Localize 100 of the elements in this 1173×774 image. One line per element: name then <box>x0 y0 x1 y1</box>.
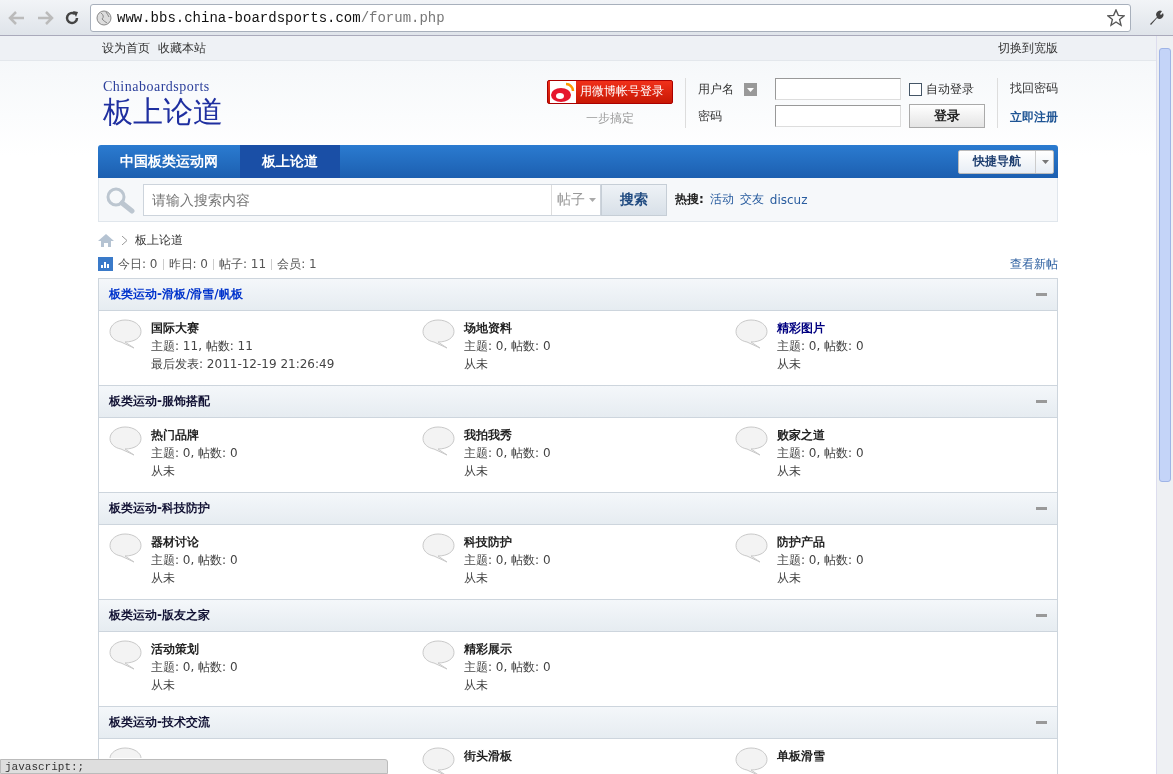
forum-name[interactable]: 器材讨论 <box>151 533 238 551</box>
hot-search-link[interactable]: 活动 <box>709 191 734 208</box>
section-title[interactable]: 板类运动-技术交流 <box>109 714 210 731</box>
forum-last-post: 从未 <box>151 570 176 587</box>
chevron-icon <box>122 235 127 245</box>
nav-tab[interactable]: 板上论道 <box>240 145 340 178</box>
weibo-hint: 一步搞定 <box>586 109 634 127</box>
forum-stats: 主题: 0, 帖数: 0 <box>464 552 551 569</box>
collapse-icon[interactable] <box>1036 614 1047 617</box>
search-icon <box>105 185 135 214</box>
forum-name[interactable]: 精彩展示 <box>464 640 551 658</box>
speech-bubble-icon <box>735 426 768 456</box>
password-label: 密码 <box>698 107 723 125</box>
speech-bubble-icon <box>735 533 768 563</box>
forum-stats: 主题: 0, 帖数: 0 <box>777 552 864 569</box>
forum-stats: 主题: 0, 帖数: 0 <box>151 659 238 676</box>
forum-last-post: 从未 <box>464 677 489 694</box>
collapse-icon[interactable] <box>1036 400 1047 403</box>
reload-icon[interactable] <box>64 9 80 26</box>
forum-stats: 主题: 0, 帖数: 0 <box>464 338 551 355</box>
forum-last-post: 从未 <box>777 463 802 480</box>
speech-bubble-icon <box>422 426 455 456</box>
stat-text: 今日: 0 <box>118 255 158 273</box>
forum-name[interactable]: 败家之道 <box>777 426 864 444</box>
forum-last-post: 从未 <box>777 356 802 373</box>
speech-bubble-icon <box>109 533 142 563</box>
section-title[interactable]: 板类运动-版友之家 <box>109 607 210 624</box>
quick-nav-button[interactable]: 快捷导航 <box>958 149 1054 174</box>
speech-bubble-icon <box>422 640 455 670</box>
stat-text: 帖子: 11 <box>219 255 267 273</box>
speech-bubble-icon <box>422 533 455 563</box>
register-link[interactable]: 立即注册 <box>1010 109 1058 126</box>
hot-search-link[interactable]: 交友 <box>739 191 764 208</box>
forum-last-post: 从未 <box>464 463 489 480</box>
forum-last-post: 从未 <box>777 570 802 587</box>
nav-tab[interactable]: 中国板类运动网 <box>98 145 240 178</box>
section-title[interactable]: 板类运动-滑板/滑雪/帆板 <box>109 286 243 303</box>
stat-text: 会员: 1 <box>277 255 317 273</box>
speech-bubble-icon <box>735 319 768 349</box>
speech-bubble-icon <box>109 640 142 670</box>
forward-icon[interactable] <box>36 10 54 25</box>
speech-bubble-icon <box>422 319 455 349</box>
forgot-password-link[interactable]: 找回密码 <box>1010 80 1058 97</box>
scrollbar[interactable] <box>1156 36 1173 774</box>
home-icon[interactable] <box>98 233 114 247</box>
collapse-icon[interactable] <box>1036 293 1047 296</box>
forum-name[interactable]: 单板滑雪 <box>777 747 825 765</box>
globe-icon <box>96 9 112 26</box>
back-icon[interactable] <box>8 10 26 25</box>
forum-stats: 主题: 0, 帖数: 0 <box>151 445 238 462</box>
dropdown-icon[interactable] <box>744 82 757 96</box>
logo-subtitle: Chinaboardsports <box>103 78 211 95</box>
forum-last-post: 最后发表: 2011-12-19 21:26:49 <box>151 356 335 373</box>
scrollbar-thumb[interactable] <box>1159 48 1171 482</box>
logo-title: 板上论道 <box>103 94 223 128</box>
speech-bubble-icon <box>109 319 142 349</box>
forum-stats: 主题: 0, 帖数: 0 <box>151 552 238 569</box>
password-field[interactable] <box>775 105 901 127</box>
caret-icon <box>588 197 596 202</box>
forum-name[interactable]: 国际大赛 <box>151 319 335 337</box>
forum-last-post: 从未 <box>151 463 176 480</box>
forum-last-post: 从未 <box>464 356 489 373</box>
status-tooltip: javascript:; <box>0 759 388 774</box>
hot-search-label: 热搜: <box>675 191 704 208</box>
speech-bubble-icon <box>109 747 142 758</box>
forum-name[interactable]: 科技防护 <box>464 533 551 551</box>
speech-bubble-icon <box>109 426 142 456</box>
new-posts-link[interactable]: 查看新帖 <box>1010 255 1058 273</box>
weibo-icon <box>550 80 576 103</box>
forum-name[interactable]: 场地资料 <box>464 319 551 337</box>
forum-last-post: 从未 <box>151 677 176 694</box>
username-field[interactable] <box>775 78 901 100</box>
star-icon[interactable] <box>1107 8 1125 27</box>
chart-icon <box>98 257 113 271</box>
weibo-login-button[interactable]: 用微博帐号登录 <box>547 79 673 104</box>
wide-mode-link[interactable]: 切换到宽版 <box>998 39 1058 57</box>
collapse-icon[interactable] <box>1036 721 1047 724</box>
forum-name[interactable]: 活动策划 <box>151 640 238 658</box>
forum-name[interactable]: 我拍我秀 <box>464 426 551 444</box>
section-title[interactable]: 板类运动-服饰搭配 <box>109 393 210 410</box>
breadcrumb-link[interactable]: 板上论道 <box>135 231 183 249</box>
login-button[interactable]: 登录 <box>909 104 985 128</box>
hot-search-link[interactable]: discuz <box>769 192 808 207</box>
collapse-icon[interactable] <box>1036 507 1047 510</box>
top-link[interactable]: 收藏本站 <box>158 39 206 57</box>
forum-name[interactable]: 精彩图片 <box>777 319 864 337</box>
forum-stats: 主题: 0, 帖数: 0 <box>777 445 864 462</box>
forum-last-post: 从未 <box>464 570 489 587</box>
forum-name[interactable]: 热门品牌 <box>151 426 238 444</box>
forum-stats: 主题: 0, 帖数: 0 <box>777 338 864 355</box>
top-link[interactable]: 设为首页 <box>102 39 150 57</box>
address-bar[interactable]: www.bbs.china-boardsports.com/forum.php <box>90 3 1131 32</box>
caret-icon <box>1042 159 1049 164</box>
stat-text: 昨日: 0 <box>168 255 208 273</box>
search-button[interactable]: 搜索 <box>601 183 667 216</box>
forum-name[interactable]: 防护产品 <box>777 533 864 551</box>
checkbox[interactable] <box>909 82 922 96</box>
username-label: 用户名 <box>698 80 735 98</box>
section-title[interactable]: 板类运动-科技防护 <box>109 500 210 517</box>
forum-name[interactable]: 街头滑板 <box>464 747 512 765</box>
